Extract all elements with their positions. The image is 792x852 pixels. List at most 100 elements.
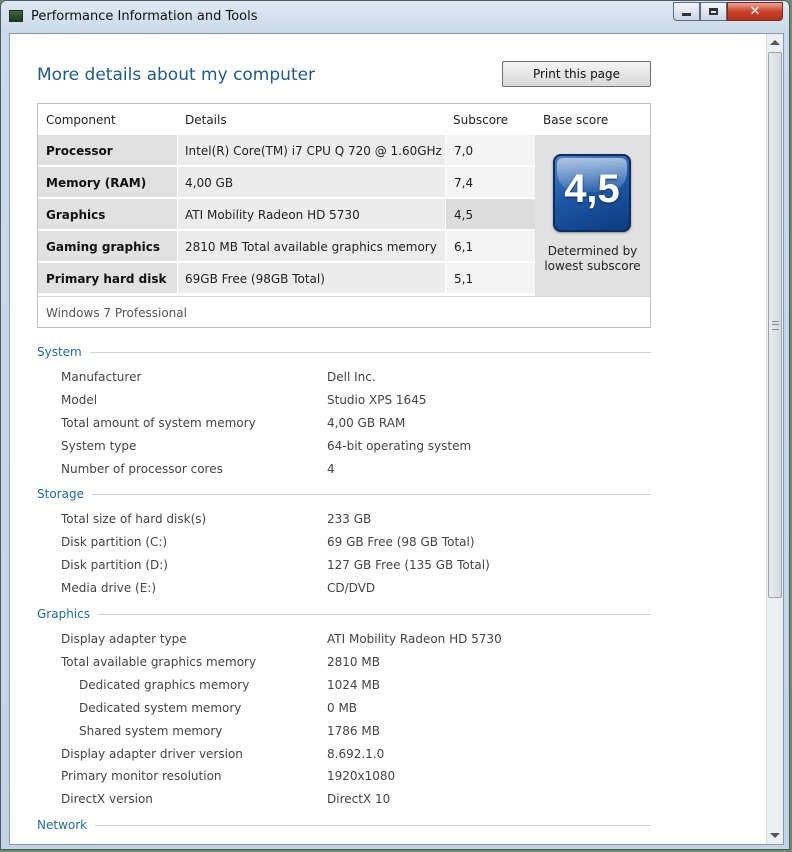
info-label: Manufacturer	[61, 370, 142, 384]
info-row: Disk partition (C:) 69 GB Free (98 GB Tot…	[61, 535, 681, 551]
component-name: Primary hard disk	[46, 272, 167, 286]
info-row: Dedicated graphics memory 1024 MB	[61, 678, 681, 694]
section-graphics: Graphics	[37, 607, 651, 621]
info-row: System type 64-bit operating system	[61, 439, 681, 455]
grip-icon	[772, 321, 779, 330]
info-row: Total available graphics memory 2810 MB	[61, 655, 681, 671]
info-row: Media drive (E:) CD/DVD	[61, 581, 681, 597]
base-score-caption: Determined by lowest subscore	[535, 244, 650, 274]
info-row: Disk partition (D:) 127 GB Free (135 GB T…	[61, 558, 681, 574]
component-subscore: 4,5	[454, 208, 474, 222]
section-title-storage: Storage	[37, 487, 92, 501]
score-row-processor: Processor Intel(R) Core(TM) i7 CPU Q 720…	[38, 135, 536, 166]
header-base-score: Base score	[543, 113, 609, 127]
scroll-down-icon[interactable]	[770, 833, 780, 838]
info-label: Dedicated system memory	[79, 701, 242, 715]
info-label: DirectX version	[61, 792, 153, 806]
score-row-memory: Memory (RAM) 4,00 GB 7,4	[38, 167, 536, 198]
section-storage: Storage	[37, 487, 651, 501]
info-label: Shared system memory	[79, 724, 223, 738]
base-score-badge: 4,5	[553, 154, 631, 232]
info-label: Model	[61, 393, 98, 407]
scroll-up-icon[interactable]	[770, 40, 780, 45]
component-details: 69GB Free (98GB Total)	[185, 272, 325, 286]
section-network: Network	[37, 818, 651, 832]
performance-window: Performance Information and Tools ✕ More…	[0, 0, 790, 850]
section-divider	[37, 825, 651, 826]
info-label: Dedicated graphics memory	[79, 678, 250, 692]
info-value: 1024 MB	[327, 678, 380, 692]
component-details: 2810 MB Total available graphics memory	[185, 240, 437, 254]
info-label: Display adapter type	[61, 632, 187, 646]
info-label: Media drive (E:)	[61, 581, 157, 595]
info-value: 127 GB Free (135 GB Total)	[327, 558, 490, 572]
info-value: Studio XPS 1645	[327, 393, 427, 407]
scrollbar-thumb[interactable]	[768, 52, 782, 598]
section-divider	[37, 494, 651, 495]
section-system: System	[37, 345, 651, 359]
vertical-scrollbar[interactable]	[766, 34, 783, 844]
info-value: CD/DVD	[327, 581, 376, 595]
info-label: Display adapter driver version	[61, 747, 243, 761]
info-label: Total amount of system memory	[61, 416, 256, 430]
component-name: Processor	[46, 144, 113, 158]
base-caption-line1: Determined by	[547, 244, 638, 258]
info-row: Display adapter type ATI Mobility Radeon …	[61, 632, 681, 648]
info-value: 69 GB Free (98 GB Total)	[327, 535, 475, 549]
info-value: DirectX 10	[327, 792, 391, 806]
info-value: 4,00 GB RAM	[327, 416, 406, 430]
info-value: Dell Inc.	[327, 370, 376, 384]
section-divider	[37, 614, 651, 615]
header-details: Details	[185, 113, 227, 127]
info-value: 8.692.1.0	[327, 747, 385, 761]
info-label: Number of processor cores	[61, 462, 223, 476]
info-value: 2810 MB	[327, 655, 380, 669]
info-label: Disk partition (C:)	[61, 535, 168, 549]
info-row: DirectX version DirectX 10	[61, 792, 681, 808]
info-label: Disk partition (D:)	[61, 558, 168, 572]
component-details: ATI Mobility Radeon HD 5730	[185, 208, 360, 222]
component-subscore: 6,1	[454, 240, 474, 254]
print-button[interactable]: Print this page	[502, 61, 651, 87]
header-subscore: Subscore	[453, 113, 509, 127]
close-icon: ✕	[749, 4, 761, 19]
info-row: Number of processor cores 4	[61, 462, 681, 478]
windows-edition: Windows 7 Professional	[46, 306, 187, 320]
component-subscore: 7,4	[454, 176, 474, 190]
info-label: System type	[61, 439, 137, 453]
title-bar[interactable]: Performance Information and Tools ✕	[1, 1, 789, 33]
info-row: Shared system memory 1786 MB	[61, 724, 681, 740]
info-label: Total size of hard disk(s)	[61, 512, 207, 526]
info-value: 1786 MB	[327, 724, 380, 738]
info-row: Total size of hard disk(s) 233 GB	[61, 512, 681, 528]
maximize-icon	[709, 8, 718, 15]
info-row: Dedicated system memory 0 MB	[61, 701, 681, 717]
info-row: Total amount of system memory 4,00 GB RAM	[61, 416, 681, 432]
base-caption-line2: lowest subscore	[544, 259, 641, 273]
base-score-value: 4,5	[564, 167, 620, 211]
maximize-button[interactable]	[700, 2, 727, 21]
page-title: More details about my computer	[37, 65, 316, 85]
app-icon	[9, 10, 23, 22]
info-value: 1920x1080	[327, 769, 396, 783]
windows-edition-row: Windows 7 Professional	[38, 296, 650, 328]
minimize-button[interactable]	[673, 2, 700, 21]
base-score-panel: 4,5 Determined by lowest subscore	[535, 135, 650, 296]
close-button[interactable]: ✕	[727, 2, 783, 21]
score-row-hard-disk: Primary hard disk 69GB Free (98GB Total)…	[38, 263, 536, 294]
info-value: 64-bit operating system	[327, 439, 472, 453]
info-row: Display adapter driver version 8.692.1.0	[61, 747, 681, 763]
info-row: Model Studio XPS 1645	[61, 393, 681, 409]
minimize-icon	[682, 13, 691, 16]
component-subscore: 5,1	[454, 272, 474, 286]
score-table: Component Details Subscore Base score Pr…	[37, 103, 651, 328]
component-details: 4,00 GB	[185, 176, 234, 190]
score-row-graphics: Graphics ATI Mobility Radeon HD 5730 4,5	[38, 199, 536, 230]
section-title-graphics: Graphics	[37, 607, 98, 621]
section-divider	[37, 352, 651, 353]
content-pane: More details about my computer Print thi…	[9, 33, 784, 845]
component-name: Gaming graphics	[46, 240, 160, 254]
score-row-gaming-graphics: Gaming graphics 2810 MB Total available …	[38, 231, 536, 262]
component-name: Memory (RAM)	[46, 176, 147, 190]
info-row: Primary monitor resolution 1920x1080	[61, 769, 681, 785]
